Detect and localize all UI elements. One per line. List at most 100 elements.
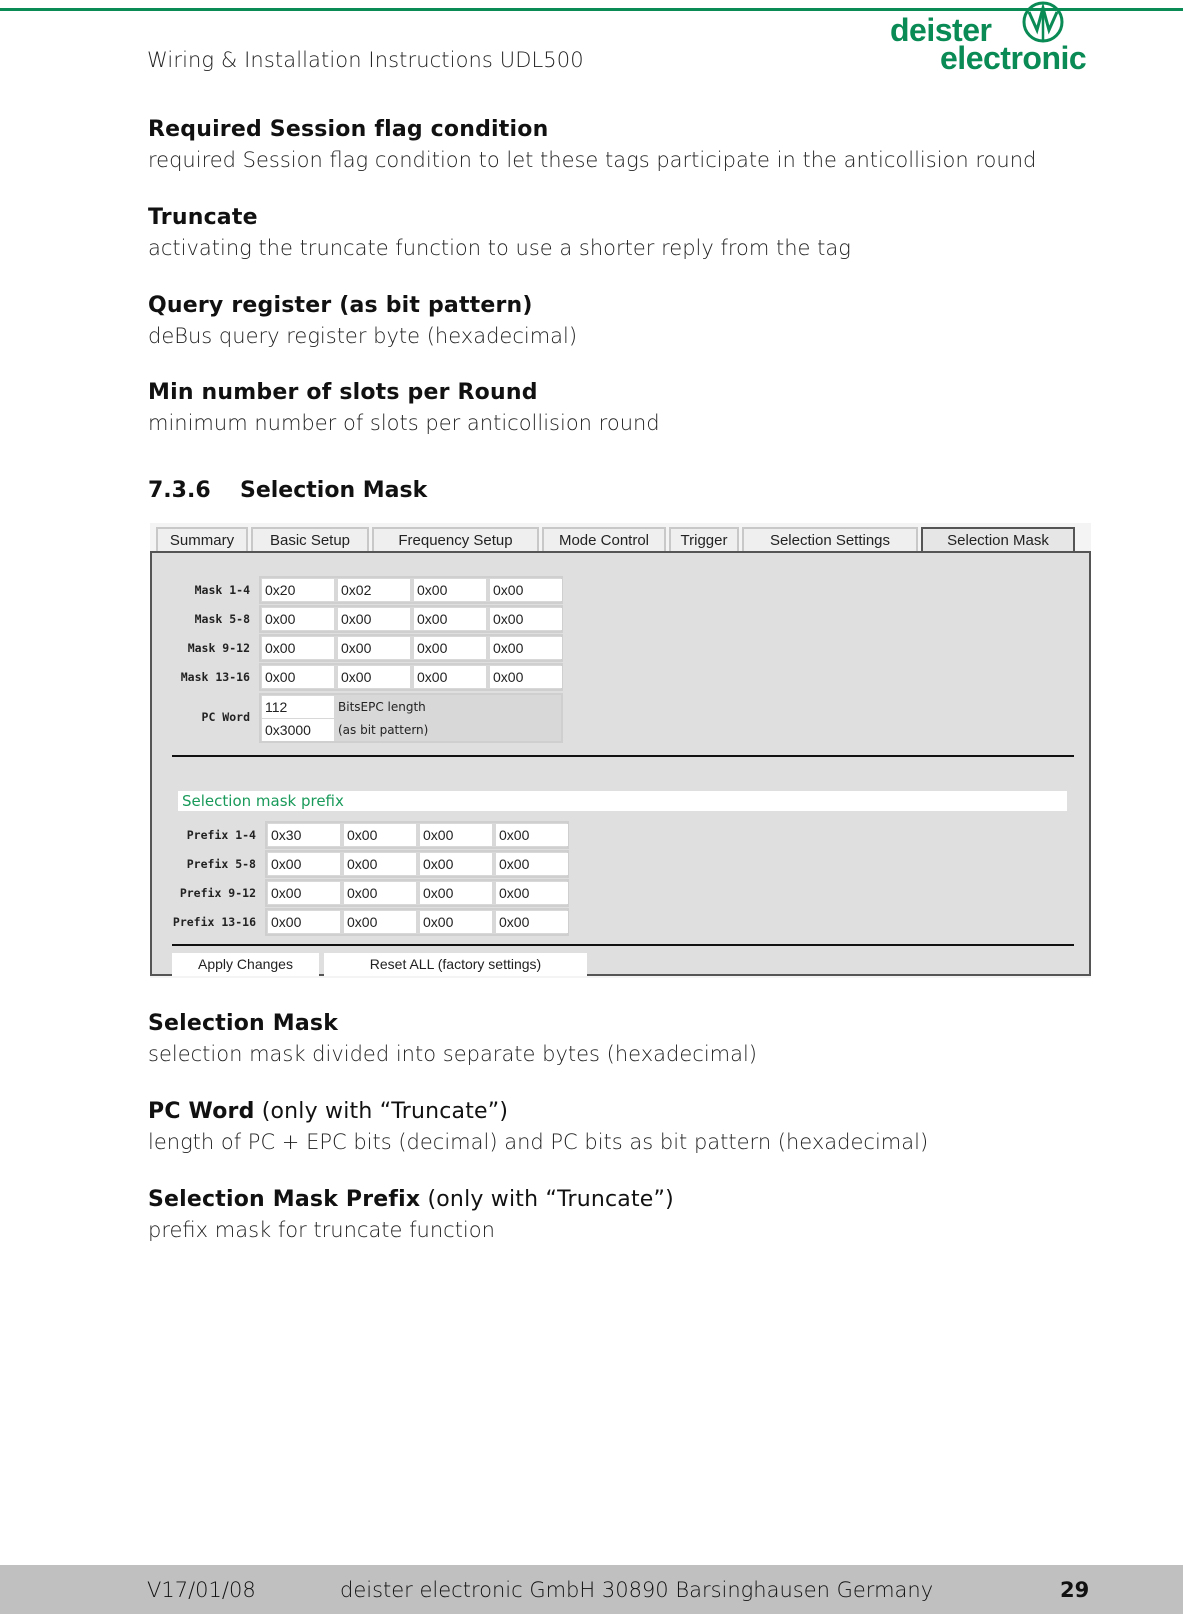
section-heading: Selection Mask Prefix (only with “Trunca… (148, 1187, 674, 1212)
section-selection-mask-prefix: Selection Mask Prefix (only with “Trunca… (148, 1187, 674, 1242)
section-truncate: Truncate activating the truncate functio… (148, 205, 851, 260)
prefix-section-title: Selection mask prefix (182, 792, 344, 810)
section-heading: Min number of slots per Round (148, 380, 538, 405)
pc-pattern-field[interactable]: 0x3000 (262, 719, 334, 741)
section-selection-mask: Selection Mask selection mask divided in… (148, 1011, 757, 1066)
prefix-byte-field[interactable]: 0x00 (496, 853, 568, 875)
logo-emblem-icon (1022, 1, 1064, 43)
section-text: activating the truncate function to use … (148, 236, 851, 260)
mask-row-13-16: 0x00 0x00 0x00 0x00 (259, 663, 563, 691)
mask-byte-field[interactable]: 0x00 (414, 637, 486, 659)
mask-row-5-8: 0x00 0x00 0x00 0x00 (259, 605, 563, 633)
section-heading-text: Selection Mask (148, 1011, 339, 1036)
prefix-byte-field[interactable]: 0x00 (420, 824, 492, 846)
section-query-register: Query register (as bit pattern) deBus qu… (148, 293, 577, 348)
mask-byte-field[interactable]: 0x00 (490, 608, 562, 630)
mask-row-1-4: 0x20 0x02 0x00 0x00 (259, 576, 563, 604)
reset-all-button[interactable]: Reset ALL (factory settings) (324, 953, 587, 976)
mask-byte-field[interactable]: 0x00 (490, 579, 562, 601)
prefix-row-1-4: 0x30 0x00 0x00 0x00 (265, 821, 569, 849)
tab-frequency-setup[interactable]: Frequency Setup (372, 527, 539, 551)
mask-byte-field[interactable]: 0x00 (262, 608, 334, 630)
tab-content: Mask 1-4 0x20 0x02 0x00 0x00 Mask 5-8 0x… (150, 551, 1091, 976)
logo-word-electronic: electronic (940, 40, 1087, 76)
tab-selection-mask[interactable]: Selection Mask (921, 527, 1075, 551)
document-title: Wiring & Installation Instructions UDL50… (147, 48, 584, 72)
prefix-row-label: Prefix 5-8 (186, 857, 256, 871)
tab-selection-settings[interactable]: Selection Settings (742, 527, 918, 551)
section-text: length of PC + EPC bits (decimal) and PC… (148, 1130, 929, 1154)
prefix-row-13-16: 0x00 0x00 0x00 0x00 (265, 908, 569, 936)
pc-length-field[interactable]: 112 (262, 696, 334, 718)
prefix-byte-field[interactable]: 0x00 (420, 911, 492, 933)
prefix-byte-field[interactable]: 0x00 (496, 911, 568, 933)
prefix-byte-field[interactable]: 0x00 (496, 882, 568, 904)
tab-mode-control[interactable]: Mode Control (542, 527, 666, 551)
prefix-byte-field[interactable]: 0x00 (420, 853, 492, 875)
section-heading: Selection Mask (148, 1011, 757, 1036)
mask-byte-field[interactable]: 0x00 (490, 666, 562, 688)
section-text: deBus query register byte (hexadecimal) (148, 324, 578, 348)
page-number: 29 (1060, 1578, 1090, 1602)
pc-word-group: 112 0x3000 BitsEPC length (as bit patter… (259, 693, 563, 743)
subsection-heading: 7.3.6 Selection Mask (148, 478, 427, 503)
prefix-row-label: Prefix 9-12 (179, 886, 256, 900)
prefix-byte-field[interactable]: 0x00 (344, 911, 416, 933)
mask-byte-field[interactable]: 0x00 (338, 637, 410, 659)
section-session-flag: Required Session flag condition required… (148, 117, 1036, 172)
mask-byte-field[interactable]: 0x00 (262, 666, 334, 688)
section-heading: Query register (as bit pattern) (148, 293, 533, 318)
prefix-byte-field[interactable]: 0x30 (268, 824, 340, 846)
mask-byte-field[interactable]: 0x00 (414, 666, 486, 688)
prefix-byte-field[interactable]: 0x00 (344, 853, 416, 875)
mask-byte-field[interactable]: 0x00 (338, 666, 410, 688)
subsection-number: 7.3.6 (148, 478, 211, 503)
tab-summary[interactable]: Summary (156, 527, 248, 551)
section-heading: Required Session flag condition (148, 117, 549, 142)
footer-version: V17/01/08 (147, 1578, 256, 1602)
mask-byte-field[interactable]: 0x00 (338, 608, 410, 630)
prefix-byte-field[interactable]: 0x00 (496, 824, 568, 846)
section-pc-word: PC Word (only with “Truncate”) length of… (148, 1099, 928, 1154)
prefix-section-header: Selection mask prefix (178, 791, 1067, 811)
prefix-byte-field[interactable]: 0x00 (344, 882, 416, 904)
section-min-slots: Min number of slots per Round minimum nu… (148, 380, 660, 435)
section-heading: Truncate (148, 205, 258, 230)
subsection-title: Selection Mask (240, 478, 428, 503)
tab-basic-setup[interactable]: Basic Setup (251, 527, 369, 551)
mask-byte-field[interactable]: 0x00 (414, 579, 486, 601)
mask-row-label: Mask 9-12 (187, 641, 250, 655)
tab-trigger[interactable]: Trigger (669, 527, 739, 551)
prefix-byte-field[interactable]: 0x00 (268, 911, 340, 933)
section-heading-text: PC Word (148, 1099, 255, 1124)
company-logo: deister electronic (890, 0, 1095, 80)
mask-byte-field[interactable]: 0x00 (262, 637, 334, 659)
divider (172, 755, 1074, 757)
prefix-byte-field[interactable]: 0x00 (344, 824, 416, 846)
prefix-row-label: Prefix 13-16 (172, 915, 256, 929)
prefix-byte-field[interactable]: 0x00 (268, 853, 340, 875)
footer-company: deister electronic GmbH 30890 Barsinghau… (340, 1578, 934, 1602)
prefix-byte-field[interactable]: 0x00 (268, 882, 340, 904)
mask-byte-field[interactable]: 0x02 (338, 579, 410, 601)
section-heading-text: Selection Mask Prefix (148, 1187, 421, 1212)
mask-row-label: Mask 1-4 (194, 583, 250, 597)
prefix-row-9-12: 0x00 0x00 0x00 0x00 (265, 879, 569, 907)
prefix-row-5-8: 0x00 0x00 0x00 0x00 (265, 850, 569, 878)
section-text: prefix mask for truncate function (148, 1218, 495, 1242)
mask-byte-field[interactable]: 0x20 (262, 579, 334, 601)
prefix-row-label: Prefix 1-4 (186, 828, 256, 842)
prefix-byte-field[interactable]: 0x00 (420, 882, 492, 904)
divider (172, 944, 1074, 946)
selection-mask-screenshot: Summary Basic Setup Frequency Setup Mode… (150, 523, 1091, 978)
section-text: selection mask divided into separate byt… (148, 1042, 757, 1066)
mask-byte-field[interactable]: 0x00 (490, 637, 562, 659)
pc-word-label: PC Word (201, 710, 250, 724)
section-heading: PC Word (only with “Truncate”) (148, 1099, 928, 1124)
mask-row-9-12: 0x00 0x00 0x00 0x00 (259, 634, 563, 662)
section-heading-note: (only with “Truncate”) (420, 1187, 674, 1212)
apply-changes-button[interactable]: Apply Changes (172, 953, 319, 976)
mask-byte-field[interactable]: 0x00 (414, 608, 486, 630)
pc-length-caption: BitsEPC length (338, 700, 426, 714)
page-footer: V17/01/08 deister electronic GmbH 30890 … (0, 1565, 1183, 1614)
